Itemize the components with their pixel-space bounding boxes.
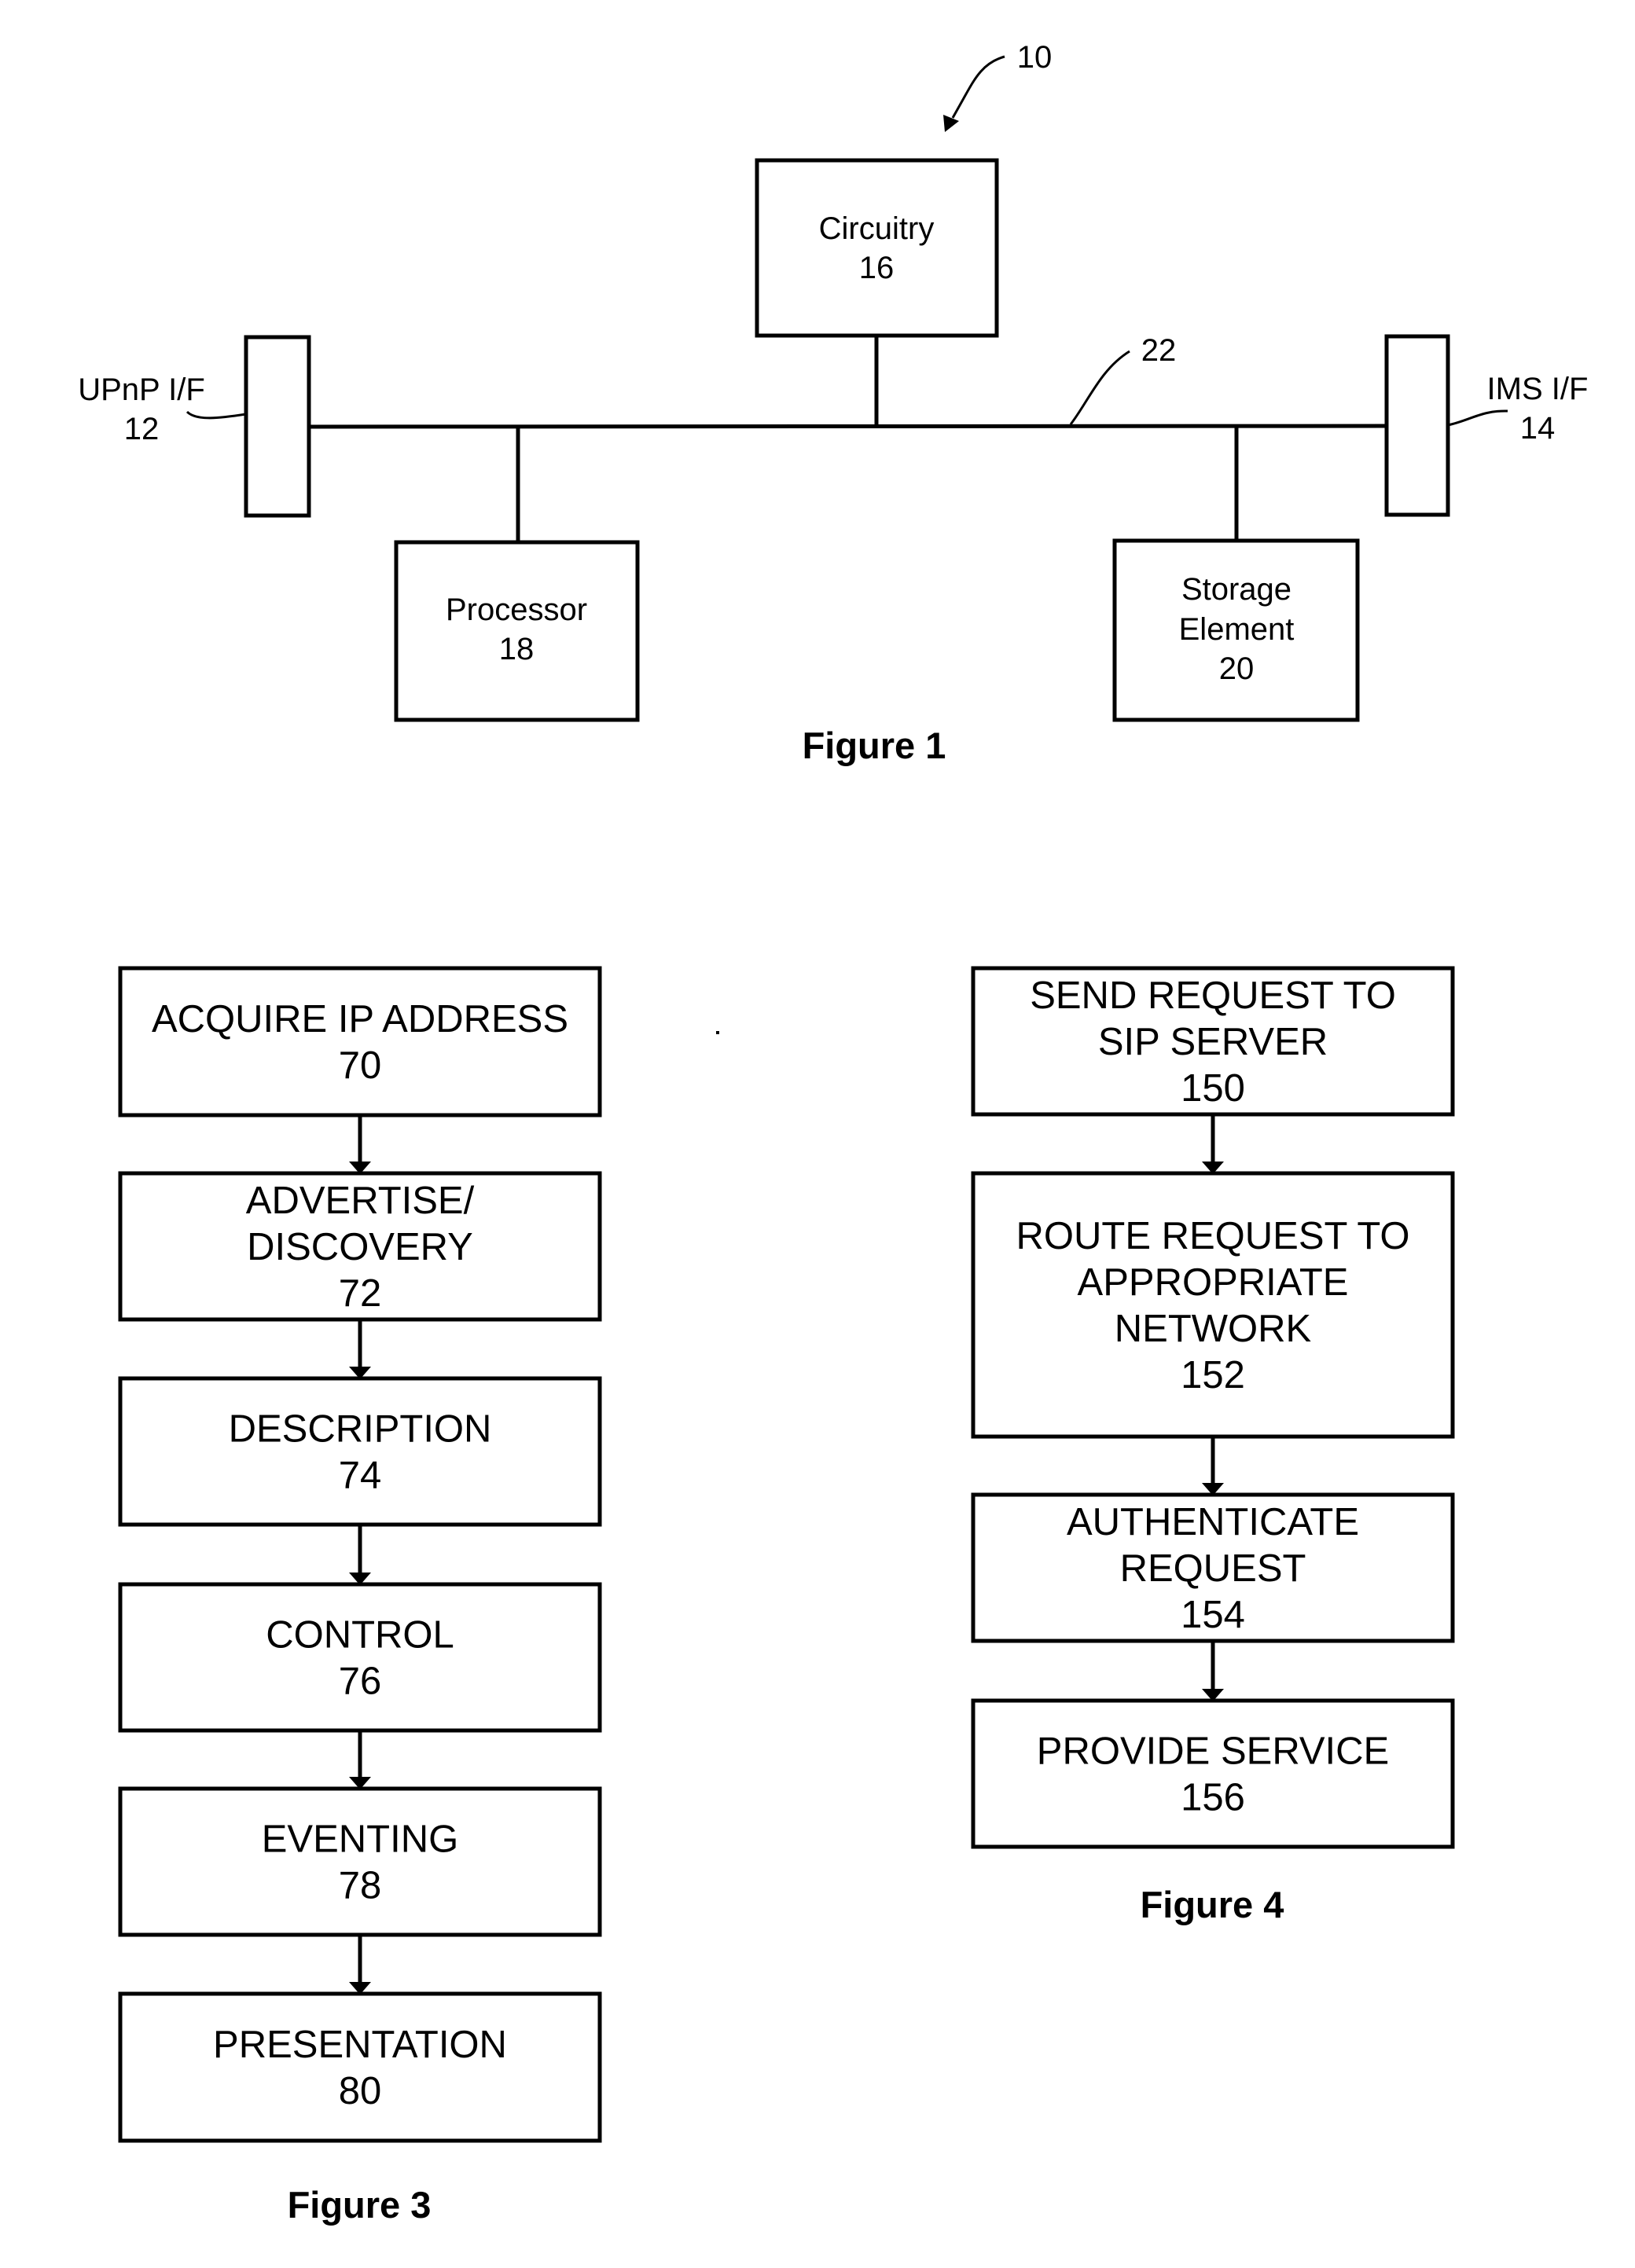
system-ref-label: 10: [1017, 40, 1053, 75]
fig3-step: CONTROL76: [118, 1582, 602, 1733]
fig4-step-ref: 156: [1181, 1777, 1245, 1819]
fig3-flow-arrow: [349, 1935, 371, 1995]
ims-interface-ref: 14: [1520, 411, 1556, 446]
upnp-interface-label: UPnP I/F: [78, 372, 205, 407]
fig3-step: PRESENTATION80: [118, 1991, 602, 2143]
fig3-flow-arrow: [349, 1115, 371, 1174]
fig3-step: ACQUIRE IP ADDRESS70: [118, 966, 602, 1117]
fig4-step-label: PROVIDE SERVICE: [1037, 1730, 1389, 1773]
scan-speck: [716, 1031, 719, 1034]
fig4-flow-arrow: [1202, 1437, 1224, 1495]
system-ref-leader: [951, 55, 1005, 119]
fig3-step-ref: 74: [339, 1455, 382, 1497]
figure-3-caption: Figure 3: [288, 2184, 432, 2226]
circuitry-label: Circuitry: [819, 211, 935, 246]
storage-label-line2: Element: [1179, 612, 1295, 647]
fig4-step-ref: 152: [1181, 1354, 1245, 1396]
patent-drawing-sheet: 10 22 UPnP I/F 12 IMS I/F 14 Circuitry 1…: [0, 0, 1635, 2268]
circuitry-block: Circuitry 16: [755, 158, 999, 338]
fig3-step-label: DISCOVERY: [247, 1226, 473, 1268]
fig3-step-ref: 76: [339, 1661, 382, 1703]
ims-ref-leader: [1447, 409, 1508, 427]
fig3-step-label: EVENTING: [262, 1818, 458, 1861]
figure-1-caption: Figure 1: [803, 725, 946, 766]
system-reference: 10: [943, 40, 1052, 132]
fig3-step-box: [118, 1582, 602, 1733]
processor-label: Processor: [446, 593, 587, 627]
fig4-step: PROVIDE SERVICE156: [971, 1698, 1455, 1849]
figure-4-flowchart: Figure 4 SEND REQUEST TOSIP SERVER150 ROU…: [971, 966, 1455, 1925]
fig4-step-label: SEND REQUEST TO: [1030, 974, 1396, 1017]
processor-box: [394, 540, 640, 722]
fig4-step-label: APPROPRIATE: [1078, 1261, 1349, 1304]
circuitry-box: [755, 158, 999, 338]
figure-3-flowchart: Figure 3 ACQUIRE IP ADDRESS70 ADVERTISE/D…: [118, 966, 602, 2226]
figure-4-caption: Figure 4: [1141, 1884, 1284, 1925]
upnp-interface: UPnP I/F 12: [78, 335, 311, 518]
fig3-step: EVENTING78: [118, 1786, 602, 1937]
system-bus: [308, 424, 1387, 429]
fig3-step-label: PRESENTATION: [213, 2024, 507, 2066]
fig3-step-label: CONTROL: [266, 1614, 454, 1657]
ims-interface: IMS I/F 14: [1384, 334, 1589, 517]
fig4-step-label: SIP SERVER: [1098, 1021, 1328, 1063]
fig3-step-ref: 72: [339, 1272, 382, 1315]
fig4-step: ROUTE REQUEST TOAPPROPRIATENETWORK152: [971, 1171, 1455, 1439]
storage-element-block: Storage Element 20: [1112, 538, 1360, 722]
fig3-flow-arrow: [349, 1525, 371, 1585]
fig4-flow-arrow: [1202, 1114, 1224, 1174]
upnp-ref-leader: [186, 410, 247, 420]
upnp-interface-block: [244, 335, 311, 518]
fig3-step-ref: 78: [339, 1865, 382, 1907]
fig4-step-box: [971, 1698, 1455, 1849]
fig3-step-box: [118, 1991, 602, 2143]
storage-ref: 20: [1219, 651, 1255, 686]
fig4-step-box: [971, 1171, 1455, 1439]
fig4-step-ref: 154: [1181, 1594, 1245, 1636]
circuitry-ref: 16: [859, 251, 895, 285]
bus-ref-label: 22: [1141, 333, 1177, 368]
fig3-step-label: ADVERTISE/: [246, 1180, 475, 1222]
fig4-step-ref: 150: [1181, 1067, 1245, 1110]
fig3-step-label: DESCRIPTION: [229, 1408, 492, 1451]
fig4-step: SEND REQUEST TOSIP SERVER150: [971, 966, 1455, 1117]
bus-ref-leader: [1069, 350, 1130, 425]
fig3-step-label: ACQUIRE IP ADDRESS: [152, 998, 568, 1040]
fig3-step: DESCRIPTION74: [118, 1376, 602, 1527]
fig3-step: ADVERTISE/DISCOVERY72: [118, 1171, 602, 1322]
processor-ref: 18: [499, 632, 535, 666]
fig3-flow-arrow: [349, 1730, 371, 1789]
fig3-step-ref: 70: [339, 1044, 382, 1087]
bus-reference: 22: [1069, 333, 1177, 425]
storage-label-line1: Storage: [1181, 572, 1291, 607]
ims-interface-block: [1384, 334, 1450, 517]
fig3-flow-arrow: [349, 1319, 371, 1379]
fig3-step-ref: 80: [339, 2070, 382, 2112]
fig3-step-box: [118, 966, 602, 1117]
fig3-step-box: [118, 1376, 602, 1527]
processor-block: Processor 18: [394, 540, 640, 722]
fig4-step-label: ROUTE REQUEST TO: [1016, 1215, 1410, 1257]
ims-interface-label: IMS I/F: [1487, 372, 1589, 406]
fig3-step-box: [118, 1786, 602, 1937]
upnp-interface-ref: 12: [124, 412, 160, 446]
arrowhead-icon: [943, 115, 959, 132]
fig4-flow-arrow: [1202, 1641, 1224, 1701]
figure-1: 10 22 UPnP I/F 12 IMS I/F 14 Circuitry 1…: [78, 40, 1588, 766]
fig4-step-label: REQUEST: [1120, 1547, 1306, 1590]
fig4-step-label: AUTHENTICATE: [1067, 1501, 1359, 1543]
fig4-step: AUTHENTICATEREQUEST154: [971, 1492, 1455, 1643]
fig4-step-label: NETWORK: [1115, 1308, 1312, 1350]
